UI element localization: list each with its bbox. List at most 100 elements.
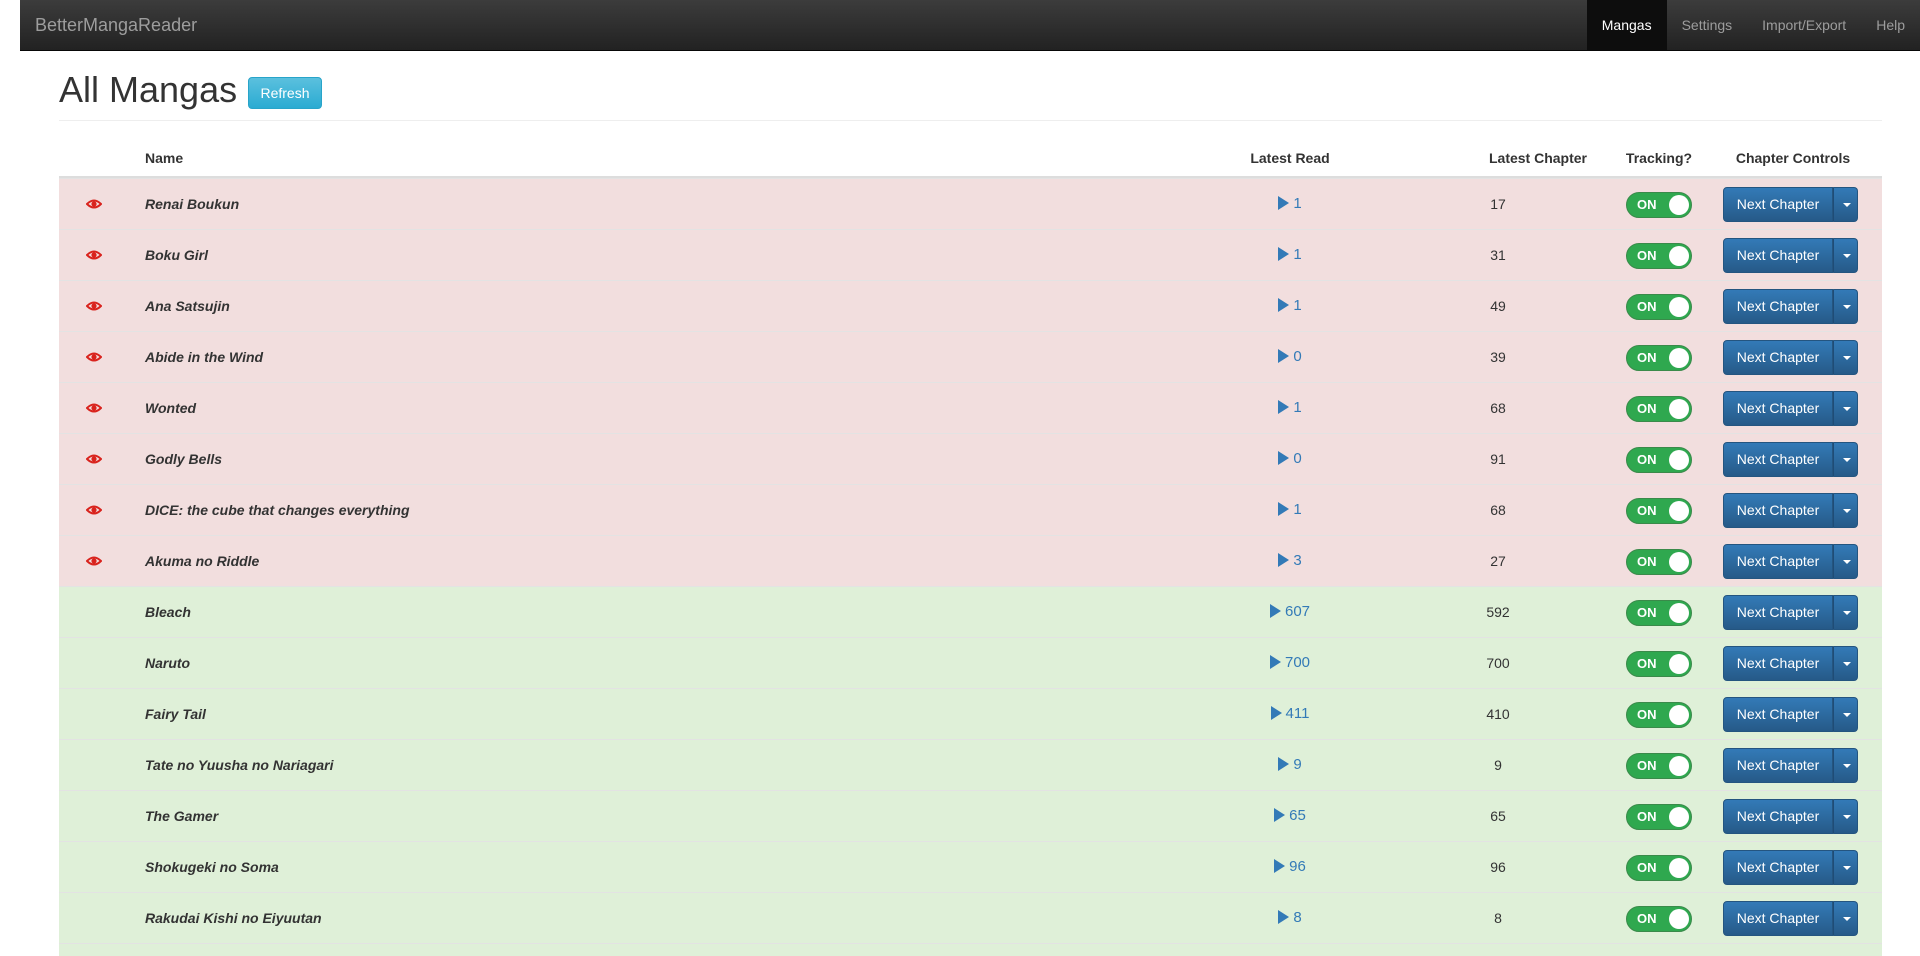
chapter-dropdown-button[interactable] [1833, 187, 1858, 222]
next-chapter-button[interactable]: Next Chapter [1723, 442, 1833, 477]
next-chapter-button[interactable]: Next Chapter [1723, 850, 1833, 885]
nav-import-export[interactable]: Import/Export [1747, 0, 1861, 50]
chapter-dropdown-button[interactable] [1833, 391, 1858, 426]
table-header: Name Latest Read Latest Chapter Tracking… [59, 140, 1882, 178]
latest-read-value: 8 [1293, 909, 1302, 926]
next-chapter-button[interactable]: Next Chapter [1723, 697, 1833, 732]
chapter-dropdown-button[interactable] [1833, 646, 1858, 681]
next-chapter-button[interactable]: Next Chapter [1723, 289, 1833, 324]
eye-icon[interactable] [85, 246, 103, 264]
manga-name[interactable]: Shokugeki no Soma [145, 842, 279, 892]
latest-chapter-value: 96 [1490, 859, 1506, 875]
manga-name[interactable]: The Gamer [145, 791, 218, 841]
manga-name[interactable]: Rakudai Kishi no Eiyuutan [145, 893, 322, 943]
chapter-dropdown-button[interactable] [1833, 850, 1858, 885]
next-chapter-button[interactable]: Next Chapter [1723, 646, 1833, 681]
eye-icon[interactable] [85, 501, 103, 519]
refresh-button[interactable]: Refresh [248, 77, 322, 109]
tracking-toggle[interactable]: ON [1626, 243, 1692, 269]
play-icon [1278, 196, 1290, 210]
manga-name[interactable]: Bleach [145, 587, 191, 637]
latest-read-link[interactable]: 1 [1230, 383, 1350, 433]
chapter-dropdown-button[interactable] [1833, 595, 1858, 630]
eye-icon[interactable] [85, 297, 103, 315]
next-chapter-button[interactable]: Next Chapter [1723, 187, 1833, 222]
latest-read-link[interactable]: 9 [1230, 740, 1350, 790]
eye-icon[interactable] [85, 552, 103, 570]
manga-name[interactable]: Naruto [145, 638, 190, 688]
chapter-dropdown-button[interactable] [1833, 799, 1858, 834]
manga-name[interactable]: Abide in the Wind [145, 332, 263, 382]
nav-help[interactable]: Help [1861, 0, 1920, 50]
chapter-dropdown-button[interactable] [1833, 544, 1858, 579]
tracking-toggle[interactable]: ON [1626, 447, 1692, 473]
tracking-toggle[interactable]: ON [1626, 702, 1692, 728]
nav-settings[interactable]: Settings [1667, 0, 1748, 50]
play-icon [1274, 808, 1286, 822]
eye-icon[interactable] [85, 348, 103, 366]
page-title: All Mangas [59, 69, 238, 110]
caret-down-icon [1843, 305, 1851, 309]
latest-read-link[interactable]: 607 [1230, 587, 1350, 637]
tracking-toggle[interactable]: ON [1626, 906, 1692, 932]
latest-read-link[interactable]: 3 [1230, 536, 1350, 586]
tracking-toggle[interactable]: ON [1626, 549, 1692, 575]
manga-name[interactable]: Fairy Tail [145, 689, 206, 739]
tracking-toggle[interactable]: ON [1626, 345, 1692, 371]
next-chapter-button[interactable]: Next Chapter [1723, 493, 1833, 528]
manga-name[interactable]: DICE: the cube that changes everything [145, 485, 410, 535]
tracking-toggle[interactable]: ON [1626, 855, 1692, 881]
chapter-dropdown-button[interactable] [1833, 238, 1858, 273]
latest-read-link[interactable]: 1 [1230, 230, 1350, 280]
manga-name[interactable]: Ana Satsujin [145, 281, 230, 331]
chapter-dropdown-button[interactable] [1833, 901, 1858, 936]
latest-read-link[interactable]: 1 [1230, 485, 1350, 535]
latest-read-link[interactable]: 700 [1230, 638, 1350, 688]
chapter-dropdown-button[interactable] [1833, 493, 1858, 528]
manga-name[interactable]: Godly Bells [145, 434, 222, 484]
next-chapter-button[interactable]: Next Chapter [1723, 238, 1833, 273]
chapter-dropdown-button[interactable] [1833, 697, 1858, 732]
next-chapter-button[interactable]: Next Chapter [1723, 748, 1833, 783]
next-chapter-button[interactable]: Next Chapter [1723, 799, 1833, 834]
tracking-toggle[interactable]: ON [1626, 294, 1692, 320]
tracking-toggle[interactable]: ON [1626, 804, 1692, 830]
chapter-dropdown-button[interactable] [1833, 340, 1858, 375]
latest-read-link[interactable]: 8 [1230, 893, 1350, 943]
manga-name[interactable]: Boku Girl [145, 230, 208, 280]
next-chapter-button[interactable]: Next Chapter [1723, 595, 1833, 630]
tracking-toggle[interactable]: ON [1626, 192, 1692, 218]
eye-icon[interactable] [85, 450, 103, 468]
latest-read-link[interactable]: 1 [1230, 281, 1350, 331]
latest-read-link[interactable]: 65 [1230, 791, 1350, 841]
manga-name[interactable]: Akuma no Riddle [145, 536, 259, 586]
toggle-label: ON [1637, 503, 1657, 518]
latest-read-link[interactable]: 96 [1230, 842, 1350, 892]
chapter-controls: Next Chapter [1723, 850, 1858, 885]
latest-read-link[interactable]: 411 [1230, 689, 1350, 739]
tracking-toggle[interactable]: ON [1626, 600, 1692, 626]
brand-link[interactable]: BetterMangaReader [35, 15, 197, 36]
manga-name[interactable]: Wonted [145, 383, 196, 433]
manga-name[interactable]: Renai Boukun [145, 179, 239, 229]
tracking-toggle[interactable]: ON [1626, 651, 1692, 677]
tracking-toggle[interactable]: ON [1626, 498, 1692, 524]
nav-links: Mangas Settings Import/Export Help [1586, 0, 1920, 50]
manga-name[interactable]: Tate no Yuusha no Nariagari [145, 740, 334, 790]
next-chapter-button[interactable]: Next Chapter [1723, 391, 1833, 426]
toggle-label: ON [1637, 605, 1657, 620]
next-chapter-button[interactable]: Next Chapter [1723, 544, 1833, 579]
eye-icon[interactable] [85, 195, 103, 213]
latest-read-link[interactable]: 0 [1230, 332, 1350, 382]
tracking-toggle[interactable]: ON [1626, 753, 1692, 779]
next-chapter-button[interactable]: Next Chapter [1723, 340, 1833, 375]
latest-read-link[interactable]: 0 [1230, 434, 1350, 484]
chapter-dropdown-button[interactable] [1833, 748, 1858, 783]
nav-mangas[interactable]: Mangas [1586, 0, 1667, 50]
chapter-dropdown-button[interactable] [1833, 289, 1858, 324]
tracking-toggle[interactable]: ON [1626, 396, 1692, 422]
next-chapter-button[interactable]: Next Chapter [1723, 901, 1833, 936]
chapter-dropdown-button[interactable] [1833, 442, 1858, 477]
eye-icon[interactable] [85, 399, 103, 417]
latest-read-link[interactable]: 1 [1230, 179, 1350, 229]
